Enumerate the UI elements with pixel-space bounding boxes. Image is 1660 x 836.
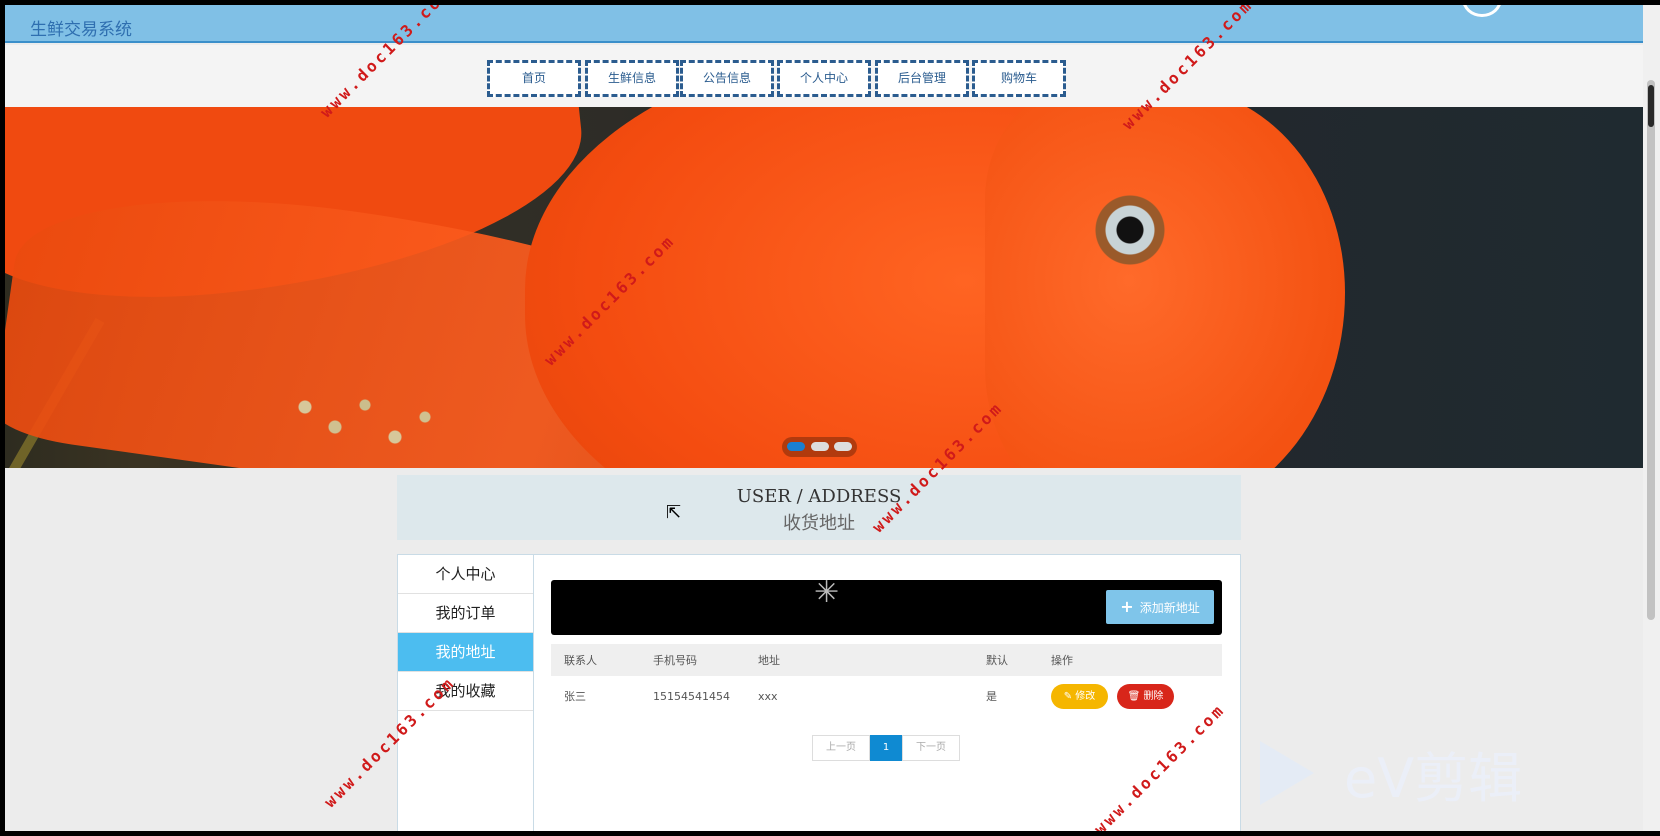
vertical-scrollbar[interactable] [1643,5,1660,831]
carousel-dot-3[interactable] [834,442,852,451]
nav-home[interactable]: 首页 [487,60,581,97]
edit-label: 修改 [1075,690,1096,702]
play-icon [1260,741,1314,805]
user-avatar-icon[interactable] [1462,5,1502,17]
prev-page-button[interactable]: 上一页 [812,735,870,761]
ev-editor-logo: eV剪辑 [1260,733,1522,813]
delete-button[interactable]: 🗑 删除 [1117,683,1174,709]
cell-contact: 张三 [564,690,586,703]
table-row: 张三 15154541454 xxx 是 ✎ 修改 🗑 删除 [551,676,1222,716]
add-address-label: 添加新地址 [1139,601,1200,615]
page-title-en: USER / ADDRESS [736,486,902,507]
address-table: 联系人 手机号码 地址 默认 操作 张三 15154541454 xxx 是 ✎… [551,644,1222,716]
page-title-box: USER / ADDRESS 收货地址 [397,475,1241,540]
sidebar-item-user-center[interactable]: 个人中心 [398,555,533,594]
carousel-dot-2[interactable] [811,442,829,451]
scrollbar-marker [1648,85,1654,127]
address-toolbar: ✳ + 添加新地址 [551,575,1222,635]
main-nav: 首页 生鲜信息 公告信息 个人中心 后台管理 购物车 [5,45,1644,107]
user-side-menu: 个人中心 我的订单 我的地址 我的收藏 [398,555,534,831]
delete-label: 删除 [1143,690,1164,702]
cell-default: 是 [986,690,997,703]
plus-icon: + [1120,597,1134,616]
col-phone: 手机号码 [653,654,697,667]
address-main: ✳ + 添加新地址 联系人 手机号码 地址 默认 操作 张三 151545414… [551,575,1222,761]
table-header-row: 联系人 手机号码 地址 默认 操作 [551,644,1222,676]
mouse-cursor-icon: ⇱ [666,502,682,523]
pagination: 上一页 1 下一页 [812,735,960,761]
cell-phone: 15154541454 [653,689,730,703]
ev-logo-text: eV剪辑 [1344,746,1523,810]
page-title-cn: 收货地址 [783,513,855,534]
banner-pebbles [285,377,485,467]
next-page-button[interactable]: 下一页 [902,735,960,761]
top-header-bar: 生鲜交易系统 [5,5,1644,43]
pencil-icon: ✎ [1063,690,1076,702]
nav-fresh-info[interactable]: 生鲜信息 [585,60,679,97]
carousel-indicators [782,437,857,457]
hero-banner-carousel[interactable] [5,107,1644,468]
col-default: 默认 [986,654,1008,667]
trash-icon: 🗑 [1127,690,1144,702]
edit-button[interactable]: ✎ 修改 [1051,683,1108,709]
content-panel: 个人中心 我的订单 我的地址 我的收藏 ✳ + 添加新地址 联系人 手机号码 地址… [397,554,1241,831]
loading-spinner-icon: ✳ [814,575,840,610]
banner-fish-eye [1095,195,1165,265]
cell-actions: ✎ 修改 🗑 删除 [1038,676,1222,716]
nav-cart[interactable]: 购物车 [972,60,1066,97]
carousel-dot-1[interactable] [787,442,805,451]
nav-announcements[interactable]: 公告信息 [680,60,774,97]
browser-viewport: 生鲜交易系统 首页 生鲜信息 公告信息 个人中心 后台管理 购物车 USER /… [5,5,1644,831]
sidebar-item-my-address[interactable]: 我的地址 [398,633,533,672]
add-address-button[interactable]: + 添加新地址 [1106,590,1214,624]
col-actions: 操作 [1051,654,1073,667]
nav-admin[interactable]: 后台管理 [875,60,969,97]
cell-address: xxx [758,689,778,703]
nav-user-center[interactable]: 个人中心 [777,60,871,97]
banner-fish-head [985,107,1345,468]
col-contact: 联系人 [564,654,597,667]
scrollbar-thumb[interactable] [1647,80,1655,620]
page-1-button[interactable]: 1 [870,735,902,761]
col-address: 地址 [758,654,780,667]
sidebar-item-my-orders[interactable]: 我的订单 [398,594,533,633]
site-title[interactable]: 生鲜交易系统 [30,15,132,40]
